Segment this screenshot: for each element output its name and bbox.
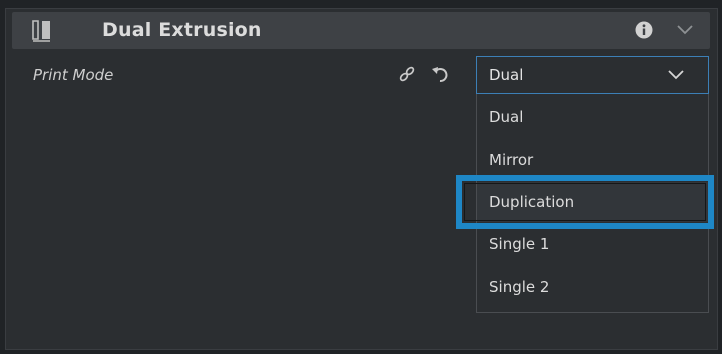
settings-window: Dual Extrusion Print Mode Dual Dual Mirr…: [0, 0, 722, 354]
reset-icon[interactable]: [430, 64, 452, 84]
selected-value: Dual: [489, 66, 524, 84]
chevron-down-icon[interactable]: [676, 23, 694, 37]
option-label: Mirror: [489, 151, 534, 169]
option-label: Single 2: [489, 278, 550, 296]
option-label: Dual: [489, 108, 524, 126]
section-title: Dual Extrusion: [102, 19, 262, 41]
section-header[interactable]: Dual Extrusion: [12, 12, 710, 49]
option-single-2[interactable]: Single 2: [477, 267, 708, 307]
chevron-down-icon: [668, 70, 684, 80]
link-icon[interactable]: [397, 64, 417, 84]
callout-highlight-box: [456, 175, 714, 229]
dual-nozzle-icon: [32, 20, 50, 42]
option-dual[interactable]: Dual: [477, 97, 708, 137]
print-mode-label: Print Mode: [33, 66, 114, 84]
option-single-1[interactable]: Single 1: [477, 224, 708, 264]
info-icon[interactable]: [635, 21, 653, 39]
option-label: Single 1: [489, 235, 550, 253]
option-mirror[interactable]: Mirror: [477, 140, 708, 180]
print-mode-select[interactable]: Dual: [476, 56, 709, 94]
